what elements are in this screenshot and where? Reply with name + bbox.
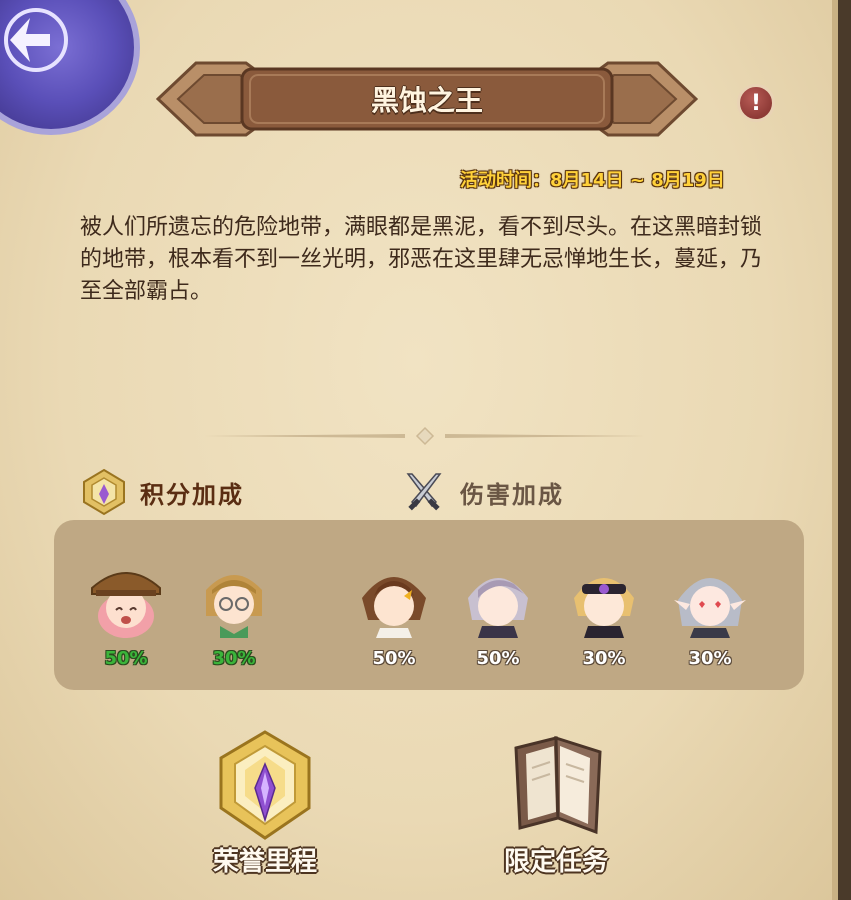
brown-hair-hero-avatar: [362, 577, 426, 638]
glasses-hero-avatar: [206, 575, 262, 638]
hero-portrait[interactable]: 30%: [660, 554, 760, 669]
limited-quest-button[interactable]: 限定任务: [466, 728, 646, 878]
silver-hair-hero-avatar: [468, 578, 528, 638]
limited-quest-label: 限定任务: [503, 847, 608, 877]
hero-bonus-percent: 30%: [582, 648, 626, 669]
hero-portrait[interactable]: 30%: [554, 554, 654, 669]
damage-bonus-label: 伤害加成: [460, 480, 564, 509]
title-banner: 黑蚀之王: [155, 55, 699, 143]
hero-bonus-percent: 30%: [688, 648, 732, 669]
points-bonus-header: 积分加成: [80, 468, 244, 516]
crest-icon: [83, 468, 125, 516]
open-book-icon: [514, 735, 602, 835]
hero-bonus-percent: 50%: [476, 648, 520, 669]
honor-journey-button[interactable]: 荣誉里程: [175, 728, 355, 878]
pink-hair-hero-avatar: [91, 572, 161, 638]
info-button[interactable]: !: [737, 84, 775, 122]
hero-portrait[interactable]: 50%: [344, 554, 444, 669]
hero-bonus-percent: 50%: [104, 648, 148, 669]
blonde-hero-avatar: [574, 578, 634, 638]
hero-bonus-percent: 50%: [372, 648, 416, 669]
honor-journey-label: 荣誉里程: [212, 847, 317, 877]
elf-hero-avatar: [674, 578, 746, 638]
bonus-panel: 50% 30% 50% 50% 30% 30%: [54, 520, 804, 690]
points-bonus-label: 积分加成: [140, 480, 244, 509]
hero-portrait[interactable]: 30%: [184, 554, 284, 669]
damage-bonus-header: 伤害加成: [400, 470, 564, 514]
ornament-divider: [205, 426, 645, 446]
honor-crest-icon: [219, 730, 311, 840]
crossed-swords-icon: [406, 473, 442, 511]
hero-bonus-percent: 30%: [212, 648, 256, 669]
event-time: 活动时间：8月14日 ~ 8月19日: [460, 170, 725, 191]
page-title: 黑蚀之王: [370, 84, 483, 117]
panel-edge: [836, 0, 838, 900]
event-description: 被人们所遗忘的危险地带，满眼都是黑泥，看不到尽头。在这黑暗封锁的地带，根本看不到…: [80, 215, 763, 304]
back-arrow-icon: [4, 8, 68, 72]
hero-portrait[interactable]: 50%: [448, 554, 548, 669]
hero-portrait[interactable]: 50%: [76, 554, 176, 669]
exclamation-icon: !: [750, 90, 762, 116]
